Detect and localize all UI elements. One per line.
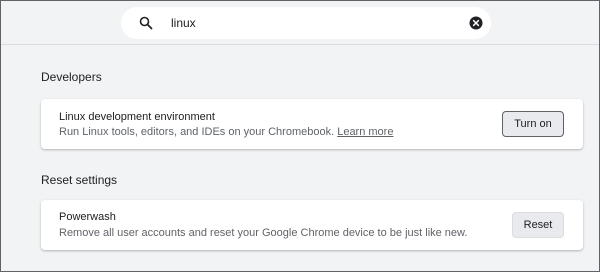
search-header (1, 1, 599, 45)
powerwash-description: Remove all user accounts and reset your … (59, 227, 468, 239)
powerwash-card: Powerwash Remove all user accounts and r… (41, 200, 583, 250)
search-box[interactable] (121, 7, 491, 39)
linux-env-description-row: Run Linux tools, editors, and IDEs on yo… (59, 126, 393, 138)
clear-icon[interactable] (469, 16, 483, 30)
reset-button[interactable]: Reset (512, 212, 564, 238)
turn-on-button[interactable]: Turn on (502, 111, 564, 137)
linux-env-card: Linux development environment Run Linux … (41, 99, 583, 149)
reset-settings-heading: Reset settings (41, 173, 118, 187)
developers-heading: Developers (41, 70, 102, 84)
linux-env-title: Linux development environment (59, 111, 215, 123)
powerwash-title: Powerwash (59, 211, 116, 223)
learn-more-link[interactable]: Learn more (337, 126, 393, 138)
search-icon (139, 16, 153, 30)
linux-env-description: Run Linux tools, editors, and IDEs on yo… (59, 126, 338, 138)
search-input[interactable] (171, 15, 451, 31)
settings-window: Developers Linux development environment… (0, 0, 600, 272)
